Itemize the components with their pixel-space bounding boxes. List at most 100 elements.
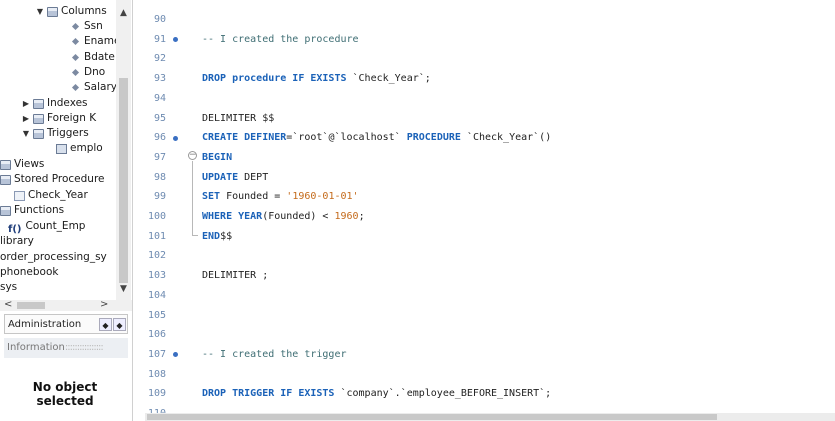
line-number: 99 <box>153 191 166 203</box>
folder-icon <box>33 128 44 139</box>
fold-toggle-icon[interactable]: − <box>188 151 197 160</box>
tree-item-count-emp[interactable]: f() Count_Emp <box>8 219 85 235</box>
folder-icon <box>33 113 44 124</box>
sql-editor[interactable]: -- I created the procedure DROP procedure… <box>202 0 822 410</box>
tree-item-label: Dno <box>84 66 106 78</box>
column-icon <box>71 68 80 77</box>
editor-scroll-thumb[interactable] <box>147 414 717 420</box>
editor-horizontal-scrollbar[interactable] <box>145 413 835 421</box>
tree-item-views[interactable]: Views <box>0 157 44 172</box>
tree-item-label: Ssn <box>84 20 103 32</box>
folder-icon <box>33 98 44 109</box>
code-token: BEGIN <box>202 151 233 163</box>
tree-item-label: sys <box>0 281 18 293</box>
tree-item-library[interactable]: library <box>0 234 34 249</box>
expand-arrow-down-icon[interactable]: ▼ <box>36 4 44 19</box>
folder-icon <box>47 6 58 17</box>
tree-item-salary[interactable]: Salary <box>70 80 116 95</box>
expand-arrow-right-icon[interactable]: ▶ <box>22 111 30 126</box>
code-token: SET <box>202 191 221 203</box>
tree-item-label: Views <box>14 158 45 170</box>
code-line[interactable]: BEGIN <box>202 151 232 165</box>
no-object-line-2: selected <box>36 394 94 408</box>
tree-item-label: Bdate <box>84 51 115 63</box>
info-title: Information <box>7 342 65 353</box>
tree-item-phonebook[interactable]: phonebook <box>0 265 58 280</box>
folder-icon <box>0 205 11 216</box>
schema-tree: ▼ Columns Ssn Ename Bdate Dno Salary ▶ Indexes ▶ F… <box>0 0 116 300</box>
code-token: ; <box>358 211 365 222</box>
tree-item-check-year[interactable]: Check_Year <box>14 188 88 203</box>
tree-item-triggers[interactable]: ▼ Triggers <box>22 126 89 141</box>
fold-range-line <box>192 161 198 236</box>
tree-item-label: Columns <box>61 5 107 17</box>
folder-icon <box>0 174 11 185</box>
scroll-up-arrow-icon[interactable]: ▲ <box>116 6 131 20</box>
scroll-down-arrow-icon[interactable]: ▼ <box>116 282 131 296</box>
tree-item-dno[interactable]: Dno <box>70 65 105 80</box>
code-line[interactable]: END$$ <box>202 230 232 244</box>
expand-arrow-down-icon[interactable]: ▼ <box>22 126 30 141</box>
scroll-right-arrow-icon[interactable]: > <box>100 299 108 310</box>
tree-item-emplo[interactable]: emplo <box>56 141 103 156</box>
line-number: 103 <box>147 270 166 282</box>
tree-item-stored-procedure[interactable]: Stored Procedure <box>0 172 105 187</box>
line-number: 95 <box>153 112 166 124</box>
expand-arrow-right-icon[interactable]: ▶ <box>22 96 30 111</box>
tree-item-ename[interactable]: Ename <box>70 34 116 49</box>
code-line[interactable]: DROP procedure IF EXISTS `Check_Year`; <box>202 72 431 86</box>
code-token: Founded = <box>220 191 287 203</box>
line-number: 105 <box>147 309 166 321</box>
code-token: DROP procedure IF EXISTS <box>202 73 347 85</box>
code-line[interactable]: CREATE DEFINER=`root`@`localhost` PROCED… <box>202 131 551 145</box>
line-number: 108 <box>147 368 166 380</box>
line-number: 93 <box>153 73 166 85</box>
code-token: -- I created the trigger <box>202 348 347 360</box>
code-token: END <box>202 230 221 242</box>
tree-item-label: Indexes <box>47 97 88 109</box>
tree-item-order-processing-sy[interactable]: order_processing_sy <box>0 250 107 265</box>
tree-item-indexes[interactable]: ▶ Indexes <box>22 96 88 111</box>
code-token: DELIMITER $$ <box>202 112 275 124</box>
horizontal-scroll-thumb[interactable] <box>17 302 45 309</box>
code-line[interactable]: DELIMITER ; <box>202 269 268 283</box>
tree-item-bdate[interactable]: Bdate <box>70 50 115 65</box>
tree-item-label: order_processing_sy <box>0 251 107 263</box>
code-line[interactable]: UPDATE DEPT <box>202 171 268 185</box>
tree-vertical-scrollbar[interactable]: ▲ ▼ <box>116 0 131 300</box>
line-number: 91 <box>153 33 166 45</box>
schema-navigator-panel: ▼ Columns Ssn Ename Bdate Dno Salary ▶ Indexes ▶ F… <box>0 0 133 421</box>
tree-item-sys[interactable]: sys <box>0 280 17 295</box>
line-number: 101 <box>147 230 166 242</box>
line-number: 90 <box>153 14 166 25</box>
tree-item-label: Ename <box>84 35 116 47</box>
column-icon <box>71 22 80 31</box>
code-line[interactable]: -- I created the procedure <box>202 33 359 47</box>
code-line[interactable]: WHERE YEAR(Founded) < 1960; <box>202 210 365 224</box>
line-number: 97 <box>153 151 166 163</box>
code-line[interactable]: SET Founded = '1960-01-01' <box>202 190 359 204</box>
tree-item-foreign-k[interactable]: ▶ Foreign K <box>22 111 96 126</box>
code-line[interactable]: DROP TRIGGER IF EXISTS `company`.`employ… <box>202 387 551 401</box>
line-number: 104 <box>147 289 166 301</box>
trigger-icon <box>56 143 67 154</box>
scroll-left-arrow-icon[interactable]: < <box>4 299 12 310</box>
tree-item-functions[interactable]: Functions <box>0 203 64 218</box>
function-icon: f() <box>8 223 22 235</box>
line-number: 106 <box>147 329 166 341</box>
folder-icon <box>0 159 11 170</box>
code-token: =`root`@`localhost` <box>286 132 407 144</box>
tab-administration[interactable]: Administration <box>8 319 81 330</box>
tree-item-ssn[interactable]: Ssn <box>70 19 103 34</box>
schemas-tab-icon-alt[interactable]: ◆ <box>113 318 126 331</box>
scroll-thumb[interactable] <box>119 78 128 283</box>
code-token: WHERE YEAR <box>202 211 263 222</box>
line-number: 107 <box>147 348 166 360</box>
schemas-tab-icon[interactable]: ◆ <box>99 318 112 331</box>
administration-tab-bar: Administration ◆ ◆ <box>4 314 128 334</box>
code-token: CREATE DEFINER <box>202 132 287 144</box>
tree-horizontal-scrollbar[interactable]: < > <box>0 299 132 311</box>
code-line[interactable]: DELIMITER $$ <box>202 112 274 126</box>
tree-item-columns[interactable]: ▼ Columns <box>36 4 107 19</box>
code-line[interactable]: -- I created the trigger <box>202 348 347 362</box>
